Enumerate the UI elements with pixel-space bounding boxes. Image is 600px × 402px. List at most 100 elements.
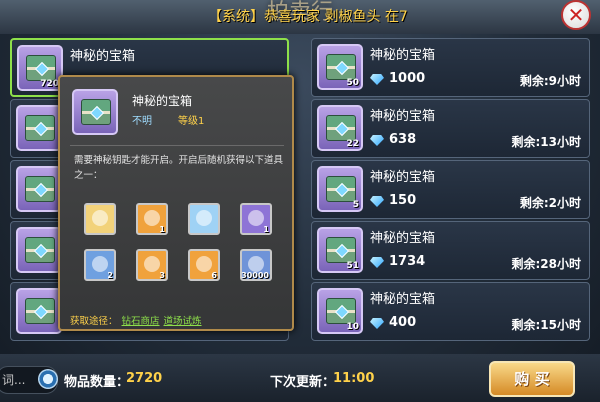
treasure-chest-icon — [25, 237, 55, 263]
item-price: 150 — [389, 193, 417, 208]
diamond-icon — [370, 196, 384, 207]
source-link-dojo-trial[interactable]: 道场试炼 — [164, 316, 202, 327]
time-remaining: 剩余:9小时 — [519, 74, 581, 88]
treasure-chest-icon — [25, 115, 55, 141]
item-quantity: 50 — [346, 78, 359, 88]
diamond-icon — [370, 135, 384, 146]
treasure-chest-icon — [326, 176, 356, 202]
reward-slot: 3 — [136, 249, 168, 281]
tooltip-description: 需要神秘钥匙才能开启。开启后随机获得以下道具之一： — [74, 155, 284, 181]
cat-card-icon — [92, 210, 108, 226]
diamond-icon — [370, 257, 384, 268]
feather-icon — [92, 256, 108, 272]
reward-slot — [188, 203, 220, 235]
item-slot: 720 — [17, 45, 63, 91]
necklace-icon — [248, 210, 264, 226]
treasure-chest-icon — [25, 176, 55, 202]
auction-item[interactable]: 22 神秘的宝箱 638 剩余:13小时 — [311, 99, 590, 158]
item-slot — [16, 227, 62, 273]
item-price: 1000 — [389, 71, 426, 86]
item-slot — [16, 166, 62, 212]
item-count-label: 物品数量： — [64, 375, 130, 390]
reward-slot: 1 — [240, 203, 272, 235]
item-slot — [16, 105, 62, 151]
reward-count: 6 — [211, 271, 217, 280]
item-slot — [16, 288, 62, 334]
treasure-chest-icon — [326, 115, 356, 141]
item-quantity: 720 — [40, 79, 59, 89]
item-quantity: 22 — [346, 139, 359, 149]
auction-item[interactable]: 50 神秘的宝箱 1000 剩余:9小时 — [311, 38, 590, 97]
reward-count: 1 — [263, 225, 269, 234]
treasure-chest-icon — [25, 298, 55, 324]
close-button[interactable]: ✕ — [561, 0, 591, 30]
reward-slot: 6 — [188, 249, 220, 281]
auction-item[interactable]: 10 神秘的宝箱 400 剩余:15小时 — [311, 282, 590, 341]
next-update-value: 11:00 — [333, 371, 375, 386]
search-icon[interactable] — [38, 369, 58, 389]
tooltip-divider — [70, 145, 284, 146]
tooltip-item-name: 神秘的宝箱 — [132, 94, 193, 108]
tooltip-source: 获取途径： 钻石商店 道场试炼 — [70, 313, 202, 327]
treasure-chest-icon — [326, 237, 356, 263]
item-quantity: 10 — [346, 322, 359, 332]
reward-slot: 2 — [84, 249, 116, 281]
item-quantity: 51 — [346, 261, 359, 271]
footer-bar: 词... 物品数量： 2720 下次更新： 11:00 购 买 — [0, 354, 600, 402]
reward-count: 1 — [159, 225, 165, 234]
next-update-label: 下次更新： — [270, 375, 336, 390]
title-bar: 拍卖行 【系统】恭喜玩家 剥椒鱼头 在7 — [0, 0, 600, 34]
auction-item[interactable]: 51 神秘的宝箱 1734 剩余:28小时 — [311, 221, 590, 280]
item-name: 神秘的宝箱 — [370, 231, 436, 246]
item-slot: 5 — [317, 166, 363, 212]
time-remaining: 剩余:15小时 — [511, 318, 582, 332]
announcement-prefix: 【系统】 — [208, 9, 264, 25]
reward-count: 2 — [107, 271, 113, 280]
item-slot: 22 — [317, 105, 363, 151]
diamond-icon — [370, 318, 384, 329]
auction-item[interactable]: 5 神秘的宝箱 150 剩余:2小时 — [311, 160, 590, 219]
item-price: 638 — [389, 132, 417, 147]
reward-slot — [84, 203, 116, 235]
item-slot: 51 — [317, 227, 363, 273]
item-slot: 10 — [317, 288, 363, 334]
treasure-chest-icon — [326, 298, 356, 324]
item-slot: 50 — [317, 44, 363, 90]
treasure-chest-icon — [326, 54, 356, 80]
treasure-chest-icon — [26, 55, 56, 81]
tooltip-item-slot — [72, 89, 118, 135]
treasure-chest-icon — [81, 99, 111, 125]
system-announcement: 【系统】恭喜玩家 剥椒鱼头 在7 — [208, 6, 408, 26]
item-count-value: 2720 — [126, 371, 163, 386]
potion-icon — [144, 256, 160, 272]
source-label: 获取途径： — [70, 316, 118, 327]
scroll-card-icon — [196, 256, 212, 272]
reward-slot: 1 — [136, 203, 168, 235]
letter-card-icon — [144, 210, 160, 226]
diamond-icon — [370, 74, 384, 85]
close-icon: ✕ — [567, 3, 585, 27]
reward-count: 3 — [159, 271, 165, 280]
time-remaining: 剩余:2小时 — [519, 196, 581, 210]
item-tooltip: 神秘的宝箱 不明 等级1 需要神秘钥匙才能开启。开启后随机获得以下道具之一： 1… — [58, 75, 294, 331]
item-name: 神秘的宝箱 — [370, 170, 436, 185]
search-input-text: 词... — [2, 373, 26, 387]
item-name: 神秘的宝箱 — [370, 292, 436, 307]
item-quantity: 5 — [352, 200, 359, 210]
item-price: 400 — [389, 315, 417, 330]
source-link-diamond-shop[interactable]: 钻石商店 — [122, 316, 160, 327]
tooltip-binding-status: 不明 — [132, 116, 152, 127]
auction-house-window: 拍卖行 【系统】恭喜玩家 剥椒鱼头 在7 ✕ 720神秘的宝箱剩余:2小时50神… — [0, 0, 600, 402]
item-price: 1734 — [389, 254, 426, 269]
coin-icon — [248, 256, 264, 272]
time-remaining: 剩余:28小时 — [511, 257, 582, 271]
buy-button[interactable]: 购 买 — [489, 361, 575, 397]
possible-rewards-grid: 1 1 2 3 6 30000 — [84, 203, 284, 295]
announcement-text: 恭喜玩家 剥椒鱼头 在7 — [264, 9, 408, 25]
reward-count: 30000 — [241, 271, 269, 280]
item-name: 神秘的宝箱 — [370, 48, 436, 63]
tooltip-item-level: 等级1 — [178, 116, 205, 127]
time-remaining: 剩余:13小时 — [511, 135, 582, 149]
ring-icon — [196, 210, 212, 226]
item-name: 神秘的宝箱 — [70, 49, 136, 64]
